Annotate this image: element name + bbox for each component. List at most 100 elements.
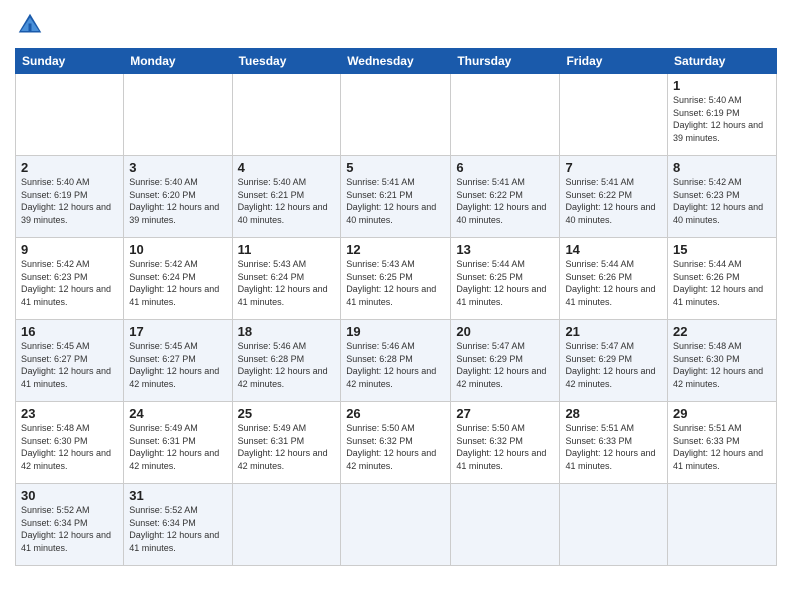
day-number: 4 (238, 160, 336, 175)
day-cell: 15 Sunrise: 5:44 AMSunset: 6:26 PMDaylig… (668, 238, 777, 320)
day-info: Sunrise: 5:46 AMSunset: 6:28 PMDaylight:… (346, 341, 436, 389)
day-info: Sunrise: 5:40 AMSunset: 6:19 PMDaylight:… (21, 177, 111, 225)
day-number: 1 (673, 78, 771, 93)
day-info: Sunrise: 5:40 AMSunset: 6:21 PMDaylight:… (238, 177, 328, 225)
day-cell: 12 Sunrise: 5:43 AMSunset: 6:25 PMDaylig… (341, 238, 451, 320)
day-cell: 17 Sunrise: 5:45 AMSunset: 6:27 PMDaylig… (124, 320, 232, 402)
day-cell (560, 74, 668, 156)
day-number: 18 (238, 324, 336, 339)
day-info: Sunrise: 5:51 AMSunset: 6:33 PMDaylight:… (673, 423, 763, 471)
day-number: 14 (565, 242, 662, 257)
day-cell (451, 484, 560, 566)
col-saturday: Saturday (668, 49, 777, 74)
day-info: Sunrise: 5:41 AMSunset: 6:21 PMDaylight:… (346, 177, 436, 225)
header (15, 10, 777, 40)
day-number: 16 (21, 324, 118, 339)
week-row-6: 30 Sunrise: 5:52 AMSunset: 6:34 PMDaylig… (16, 484, 777, 566)
day-cell: 22 Sunrise: 5:48 AMSunset: 6:30 PMDaylig… (668, 320, 777, 402)
day-cell (341, 74, 451, 156)
day-info: Sunrise: 5:52 AMSunset: 6:34 PMDaylight:… (21, 505, 111, 553)
week-row-4: 16 Sunrise: 5:45 AMSunset: 6:27 PMDaylig… (16, 320, 777, 402)
day-cell: 25 Sunrise: 5:49 AMSunset: 6:31 PMDaylig… (232, 402, 341, 484)
col-monday: Monday (124, 49, 232, 74)
day-cell: 5 Sunrise: 5:41 AMSunset: 6:21 PMDayligh… (341, 156, 451, 238)
day-number: 7 (565, 160, 662, 175)
day-cell: 1 Sunrise: 5:40 AMSunset: 6:19 PMDayligh… (668, 74, 777, 156)
day-number: 12 (346, 242, 445, 257)
day-info: Sunrise: 5:47 AMSunset: 6:29 PMDaylight:… (565, 341, 655, 389)
day-cell (232, 484, 341, 566)
day-cell: 14 Sunrise: 5:44 AMSunset: 6:26 PMDaylig… (560, 238, 668, 320)
day-cell: 18 Sunrise: 5:46 AMSunset: 6:28 PMDaylig… (232, 320, 341, 402)
day-cell (451, 74, 560, 156)
day-cell: 23 Sunrise: 5:48 AMSunset: 6:30 PMDaylig… (16, 402, 124, 484)
day-cell: 28 Sunrise: 5:51 AMSunset: 6:33 PMDaylig… (560, 402, 668, 484)
day-info: Sunrise: 5:43 AMSunset: 6:24 PMDaylight:… (238, 259, 328, 307)
col-sunday: Sunday (16, 49, 124, 74)
day-info: Sunrise: 5:46 AMSunset: 6:28 PMDaylight:… (238, 341, 328, 389)
day-number: 19 (346, 324, 445, 339)
day-cell: 9 Sunrise: 5:42 AMSunset: 6:23 PMDayligh… (16, 238, 124, 320)
day-number: 15 (673, 242, 771, 257)
day-cell: 4 Sunrise: 5:40 AMSunset: 6:21 PMDayligh… (232, 156, 341, 238)
day-number: 2 (21, 160, 118, 175)
day-cell (341, 484, 451, 566)
day-info: Sunrise: 5:45 AMSunset: 6:27 PMDaylight:… (129, 341, 219, 389)
page: Sunday Monday Tuesday Wednesday Thursday… (0, 0, 792, 612)
day-cell: 21 Sunrise: 5:47 AMSunset: 6:29 PMDaylig… (560, 320, 668, 402)
day-cell: 11 Sunrise: 5:43 AMSunset: 6:24 PMDaylig… (232, 238, 341, 320)
day-info: Sunrise: 5:45 AMSunset: 6:27 PMDaylight:… (21, 341, 111, 389)
col-thursday: Thursday (451, 49, 560, 74)
day-info: Sunrise: 5:43 AMSunset: 6:25 PMDaylight:… (346, 259, 436, 307)
day-number: 5 (346, 160, 445, 175)
day-number: 21 (565, 324, 662, 339)
day-number: 3 (129, 160, 226, 175)
week-row-1: 1 Sunrise: 5:40 AMSunset: 6:19 PMDayligh… (16, 74, 777, 156)
day-number: 6 (456, 160, 554, 175)
day-cell (16, 74, 124, 156)
day-cell: 24 Sunrise: 5:49 AMSunset: 6:31 PMDaylig… (124, 402, 232, 484)
day-info: Sunrise: 5:47 AMSunset: 6:29 PMDaylight:… (456, 341, 546, 389)
day-info: Sunrise: 5:41 AMSunset: 6:22 PMDaylight:… (565, 177, 655, 225)
day-info: Sunrise: 5:48 AMSunset: 6:30 PMDaylight:… (21, 423, 111, 471)
day-info: Sunrise: 5:52 AMSunset: 6:34 PMDaylight:… (129, 505, 219, 553)
day-cell: 20 Sunrise: 5:47 AMSunset: 6:29 PMDaylig… (451, 320, 560, 402)
calendar-header-row: Sunday Monday Tuesday Wednesday Thursday… (16, 49, 777, 74)
day-info: Sunrise: 5:41 AMSunset: 6:22 PMDaylight:… (456, 177, 546, 225)
col-tuesday: Tuesday (232, 49, 341, 74)
day-info: Sunrise: 5:42 AMSunset: 6:23 PMDaylight:… (21, 259, 111, 307)
day-cell: 19 Sunrise: 5:46 AMSunset: 6:28 PMDaylig… (341, 320, 451, 402)
day-number: 24 (129, 406, 226, 421)
day-cell: 6 Sunrise: 5:41 AMSunset: 6:22 PMDayligh… (451, 156, 560, 238)
day-info: Sunrise: 5:42 AMSunset: 6:23 PMDaylight:… (673, 177, 763, 225)
day-cell: 16 Sunrise: 5:45 AMSunset: 6:27 PMDaylig… (16, 320, 124, 402)
day-number: 9 (21, 242, 118, 257)
day-info: Sunrise: 5:44 AMSunset: 6:25 PMDaylight:… (456, 259, 546, 307)
day-number: 27 (456, 406, 554, 421)
day-cell (560, 484, 668, 566)
day-info: Sunrise: 5:49 AMSunset: 6:31 PMDaylight:… (238, 423, 328, 471)
day-number: 28 (565, 406, 662, 421)
day-number: 8 (673, 160, 771, 175)
day-number: 17 (129, 324, 226, 339)
day-info: Sunrise: 5:44 AMSunset: 6:26 PMDaylight:… (565, 259, 655, 307)
col-friday: Friday (560, 49, 668, 74)
day-info: Sunrise: 5:50 AMSunset: 6:32 PMDaylight:… (346, 423, 436, 471)
day-number: 20 (456, 324, 554, 339)
week-row-5: 23 Sunrise: 5:48 AMSunset: 6:30 PMDaylig… (16, 402, 777, 484)
logo (15, 10, 49, 40)
day-number: 25 (238, 406, 336, 421)
day-cell: 30 Sunrise: 5:52 AMSunset: 6:34 PMDaylig… (16, 484, 124, 566)
day-info: Sunrise: 5:44 AMSunset: 6:26 PMDaylight:… (673, 259, 763, 307)
day-cell: 7 Sunrise: 5:41 AMSunset: 6:22 PMDayligh… (560, 156, 668, 238)
day-number: 10 (129, 242, 226, 257)
day-cell: 26 Sunrise: 5:50 AMSunset: 6:32 PMDaylig… (341, 402, 451, 484)
logo-icon (15, 10, 45, 40)
day-number: 23 (21, 406, 118, 421)
day-cell (668, 484, 777, 566)
day-cell (232, 74, 341, 156)
day-number: 26 (346, 406, 445, 421)
day-cell: 27 Sunrise: 5:50 AMSunset: 6:32 PMDaylig… (451, 402, 560, 484)
week-row-3: 9 Sunrise: 5:42 AMSunset: 6:23 PMDayligh… (16, 238, 777, 320)
day-number: 11 (238, 242, 336, 257)
